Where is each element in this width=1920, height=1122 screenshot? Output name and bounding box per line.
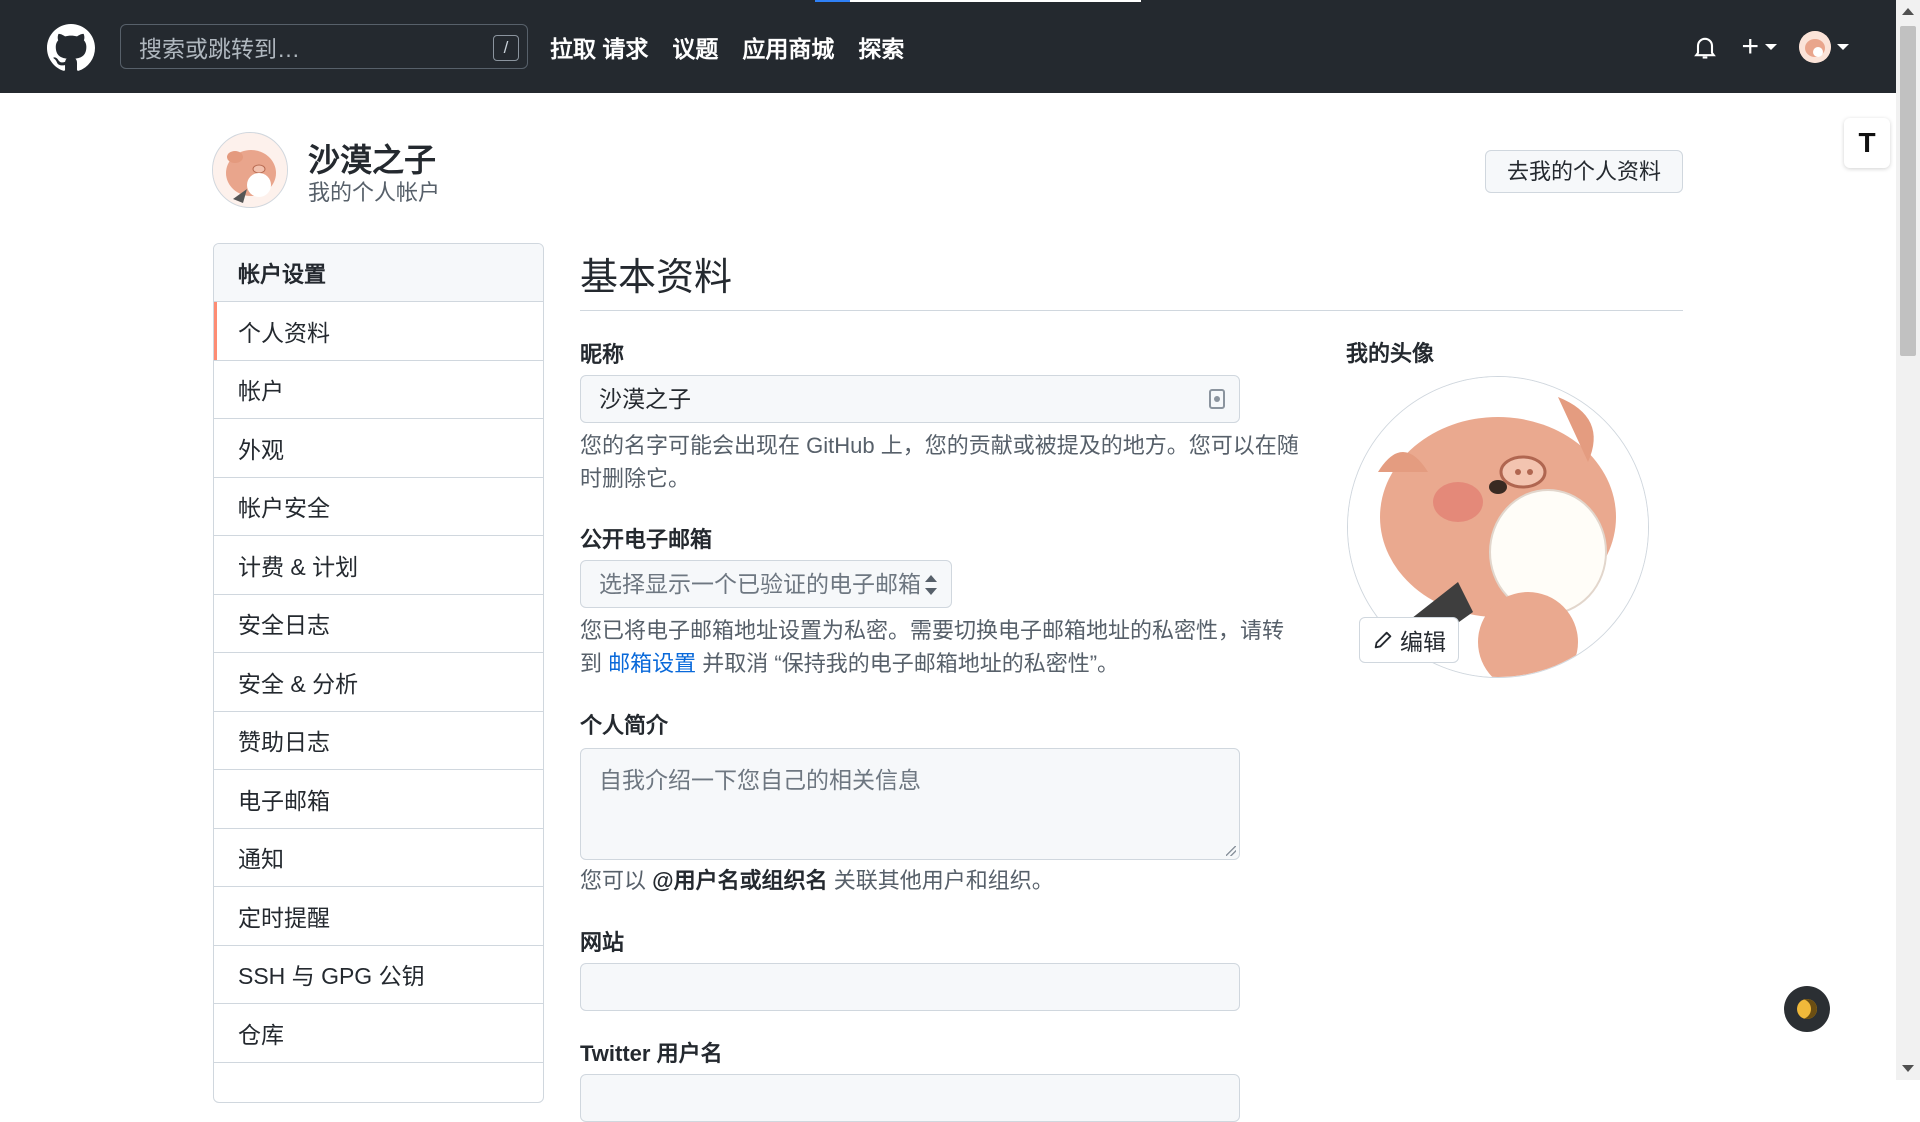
sidebar-item-repositories[interactable]: 仓库: [214, 1004, 543, 1063]
website-label: 网站: [580, 930, 625, 955]
nav-issues[interactable]: 议题: [672, 30, 718, 64]
nickname-field[interactable]: 沙漠之子: [580, 375, 1240, 423]
user-menu[interactable]: [1799, 30, 1849, 63]
top-header: 搜索或跳转到… / 拉取 请求 议题 应用商城 探索 +: [0, 0, 1896, 93]
settings-sidebar: 帐户设置 个人资料 帐户 外观 帐户安全 计费 & 计划 安全日志 安全 & 分…: [213, 243, 544, 1103]
github-logo-icon[interactable]: [47, 24, 95, 72]
go-to-profile-button[interactable]: 去我的个人资料: [1485, 150, 1683, 193]
bio-textarea[interactable]: 自我介绍一下您自己的相关信息: [580, 748, 1240, 860]
page-title: 基本资料: [580, 257, 733, 299]
sidebar-item-security-analysis[interactable]: 安全 & 分析: [214, 653, 543, 712]
scroll-up-arrow-icon[interactable]: [1902, 8, 1914, 15]
select-arrows-icon: [925, 575, 937, 595]
edit-avatar-label: 编辑: [1400, 629, 1446, 655]
public-email-note: 您已将电子邮箱地址设置为私密。需要切换电子邮箱地址的私密性，请转到 邮箱设置 并…: [580, 614, 1300, 680]
public-email-selected: 选择显示一个已验证的电子邮箱: [599, 571, 921, 597]
avatar: [1799, 30, 1831, 63]
public-email-note-tail: 并取消 “保持我的电子邮箱地址的私密性”。: [696, 651, 1120, 676]
sidebar-item-billing[interactable]: 计费 & 计划: [214, 536, 543, 595]
bio-label: 个人简介: [580, 713, 669, 738]
title-divider: [580, 310, 1683, 311]
pencil-icon: [1374, 631, 1392, 649]
avatar-label: 我的头像: [1346, 341, 1435, 366]
bio-note-tail: 关联其他用户和组织。: [827, 868, 1054, 893]
nav-explore[interactable]: 探索: [858, 30, 904, 64]
sidebar-item-ssh-gpg-keys[interactable]: SSH 与 GPG 公钥: [214, 945, 543, 1004]
sidebar-heading: 帐户设置: [214, 244, 543, 302]
bio-note-text: 您可以: [580, 868, 653, 893]
profile-avatar: [212, 132, 288, 208]
notification-bell-icon[interactable]: [1691, 33, 1719, 61]
page-scrollbar[interactable]: [1896, 0, 1920, 1080]
search-shortcut-key: /: [493, 35, 519, 61]
nav-pull-requests[interactable]: 拉取 请求: [550, 30, 648, 64]
website-field[interactable]: [580, 963, 1240, 1011]
sidebar-item-sponsorship-log[interactable]: 赞助日志: [214, 711, 543, 770]
sidebar-item-account-security[interactable]: 帐户安全: [214, 477, 543, 536]
translate-float-button[interactable]: T: [1844, 118, 1890, 168]
nickname-note: 您的名字可能会出现在 GitHub 上，您的贡献或被提及的地方。您可以在随时删除…: [580, 433, 1299, 491]
resize-grip-icon[interactable]: [1226, 846, 1236, 856]
bio-note-mention: @用户名或组织名: [652, 868, 828, 893]
email-settings-link[interactable]: 邮箱设置: [608, 651, 696, 676]
nav-marketplace[interactable]: 应用商城: [742, 30, 834, 64]
sidebar-item-notifications[interactable]: 通知: [214, 828, 543, 887]
bio-placeholder: 自我介绍一下您自己的相关信息: [599, 767, 921, 793]
profile-subtitle: 我的个人帐户: [308, 180, 441, 205]
scroll-down-arrow-icon[interactable]: [1902, 1065, 1914, 1072]
sidebar-item-appearance[interactable]: 外观: [214, 419, 543, 478]
sidebar-item-security-log[interactable]: 安全日志: [214, 594, 543, 653]
bio-note: 您可以 @用户名或组织名 关联其他用户和组织。: [580, 864, 1300, 897]
header-nav: 拉取 请求 议题 应用商城 探索: [550, 0, 904, 93]
sidebar-item-scheduled-reminders[interactable]: 定时提醒: [214, 887, 543, 946]
nickname-label: 昵称: [580, 342, 625, 367]
twitter-field[interactable]: [580, 1074, 1240, 1122]
assistant-float-button[interactable]: [1784, 986, 1830, 1032]
chevron-down-icon: [1837, 43, 1849, 50]
chevron-down-icon: [1765, 43, 1777, 50]
plus-icon: +: [1741, 29, 1759, 63]
moon-icon: [1797, 999, 1817, 1019]
public-email-label: 公开电子邮箱: [580, 527, 713, 552]
nickname-value: 沙漠之子: [599, 386, 691, 412]
search-input[interactable]: 搜索或跳转到… /: [120, 24, 528, 69]
sidebar-item-emails[interactable]: 电子邮箱: [214, 770, 543, 829]
contact-card-icon: [1209, 389, 1225, 409]
search-placeholder: 搜索或跳转到…: [139, 35, 300, 62]
edit-avatar-button[interactable]: 编辑: [1359, 617, 1459, 663]
header-actions: +: [1691, 0, 1849, 93]
twitter-label: Twitter 用户名: [580, 1041, 723, 1066]
create-new-menu[interactable]: +: [1741, 30, 1777, 64]
public-email-select[interactable]: 选择显示一个已验证的电子邮箱: [580, 560, 952, 608]
scroll-thumb[interactable]: [1900, 26, 1916, 356]
sidebar-item-profile[interactable]: 个人资料: [214, 302, 543, 361]
sidebar-item-account[interactable]: 帐户: [214, 360, 543, 419]
